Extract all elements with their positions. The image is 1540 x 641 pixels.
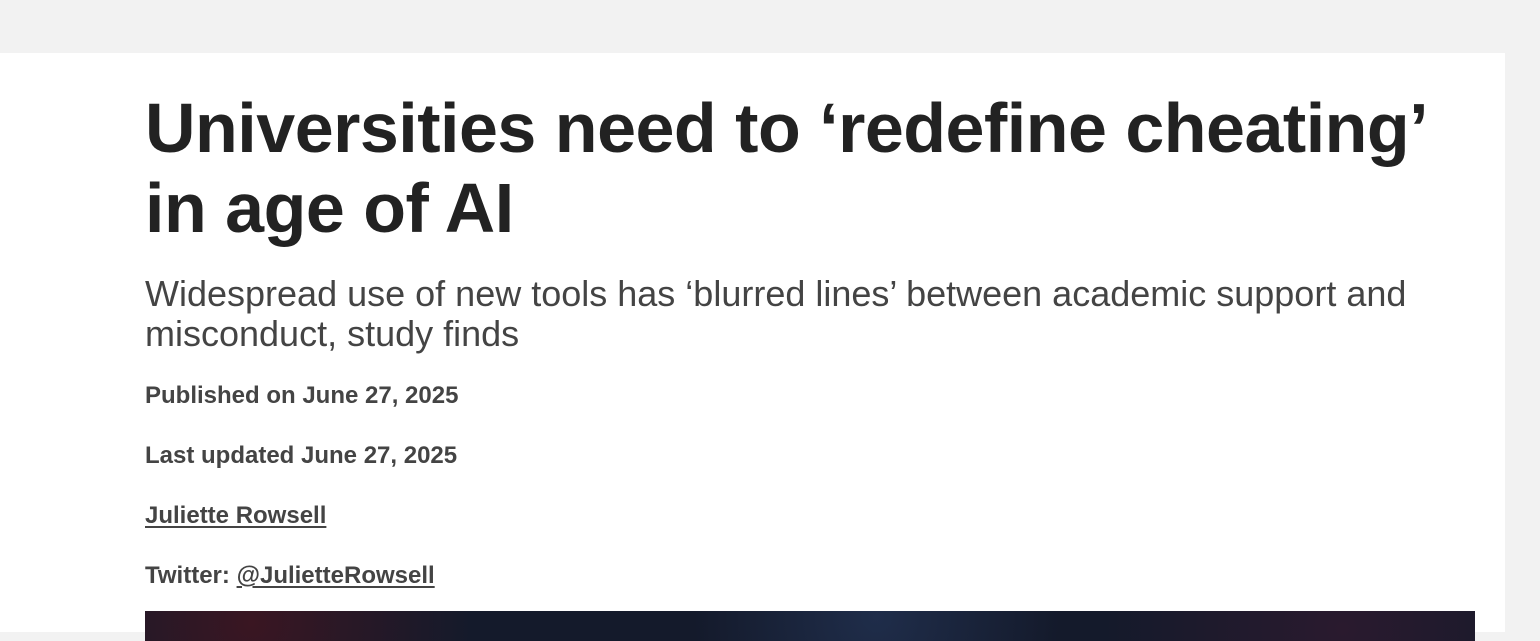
page-gutter xyxy=(1505,53,1540,632)
twitter-handle-link[interactable]: @JulietteRowsell xyxy=(237,562,435,589)
author-link[interactable]: Juliette Rowsell xyxy=(145,502,326,529)
article-headline: Universities need to ‘redefine cheating’… xyxy=(145,89,1425,247)
twitter-label: Twitter: xyxy=(145,562,230,589)
last-updated-date: Last updated June 27, 2025 xyxy=(145,442,458,469)
article-standfirst: Widespread use of new tools has ‘blurred… xyxy=(145,273,1407,354)
published-date: Published on June 27, 2025 xyxy=(145,382,459,409)
hero-image xyxy=(145,611,1475,641)
article-header: Universities need to ‘redefine cheating’… xyxy=(145,88,1475,591)
author-twitter: Twitter: @JulietteRowsell xyxy=(145,561,1475,591)
article-card: Universities need to ‘redefine cheating’… xyxy=(0,53,1505,641)
author-byline: Juliette Rowsell xyxy=(145,501,1475,531)
